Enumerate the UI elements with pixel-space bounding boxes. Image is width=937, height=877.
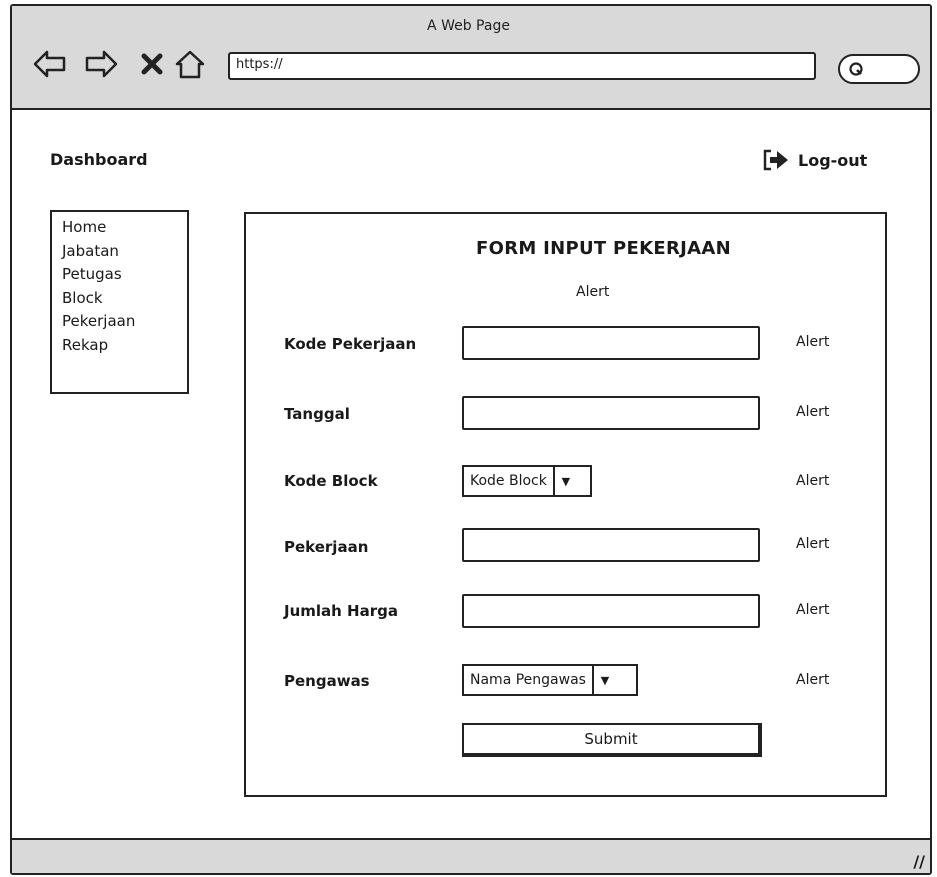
jumlah-harga-input[interactable] xyxy=(462,594,760,628)
sidebar-item-jabatan[interactable]: Jabatan xyxy=(62,240,187,264)
logout-link[interactable]: Log-out xyxy=(762,148,867,172)
browser-search[interactable] xyxy=(838,54,920,84)
search-icon xyxy=(849,62,863,76)
arrow-left-icon xyxy=(33,50,66,78)
logout-label: Log-out xyxy=(798,150,868,170)
pengawas-alert: Alert xyxy=(796,672,830,688)
back-button[interactable] xyxy=(32,46,68,82)
pengawas-selected: Nama Pengawas xyxy=(470,672,586,688)
forward-button[interactable] xyxy=(83,46,119,82)
sidebar-item-rekap[interactable]: Rekap xyxy=(62,334,187,358)
form-title: FORM INPUT PEKERJAAN xyxy=(476,238,731,259)
pekerjaan-label: Pekerjaan xyxy=(284,538,369,556)
pekerjaan-alert: Alert xyxy=(796,536,830,552)
tanggal-label: Tanggal xyxy=(284,405,350,423)
chevron-down-icon[interactable]: ▼ xyxy=(552,467,577,495)
pekerjaan-input[interactable] xyxy=(462,528,760,562)
arrow-right-icon xyxy=(85,50,118,78)
resize-grip-icon[interactable]: // xyxy=(913,852,925,871)
submit-button[interactable]: Submit xyxy=(462,723,762,757)
tanggal-alert: Alert xyxy=(796,404,830,420)
sidebar-item-petugas[interactable]: Petugas xyxy=(62,263,187,287)
form-alert: Alert xyxy=(576,284,610,300)
close-icon xyxy=(141,53,163,75)
logout-icon xyxy=(763,149,788,171)
form-panel xyxy=(244,212,887,797)
home-button[interactable] xyxy=(172,46,208,82)
kode-block-selected: Kode Block xyxy=(470,473,547,489)
jumlah-harga-alert: Alert xyxy=(796,602,830,618)
sidebar-item-pekerjaan[interactable]: Pekerjaan xyxy=(62,310,187,334)
kode-block-select[interactable]: Kode Block ▼ xyxy=(462,465,592,497)
pengawas-label: Pengawas xyxy=(284,672,370,690)
kode-pekerjaan-label: Kode Pekerjaan xyxy=(284,335,417,353)
tanggal-input[interactable] xyxy=(462,396,760,430)
kode-block-label: Kode Block xyxy=(284,472,378,490)
stop-button[interactable] xyxy=(134,46,170,82)
kode-pekerjaan-alert: Alert xyxy=(796,334,830,350)
sidebar-item-block[interactable]: Block xyxy=(62,287,187,311)
pengawas-select[interactable]: Nama Pengawas ▼ xyxy=(462,664,638,696)
home-icon xyxy=(175,50,205,79)
window-title: A Web Page xyxy=(427,18,510,34)
dashboard-title: Dashboard xyxy=(50,150,148,169)
kode-block-alert: Alert xyxy=(796,473,830,489)
sidebar-menu: Home Jabatan Petugas Block Pekerjaan Rek… xyxy=(50,210,189,394)
jumlah-harga-label: Jumlah Harga xyxy=(284,602,398,620)
kode-pekerjaan-input[interactable] xyxy=(462,326,760,360)
chevron-down-icon[interactable]: ▼ xyxy=(591,666,616,694)
status-bar xyxy=(12,838,930,873)
url-bar[interactable]: https:// xyxy=(228,52,816,80)
sidebar-item-home[interactable]: Home xyxy=(62,216,187,240)
